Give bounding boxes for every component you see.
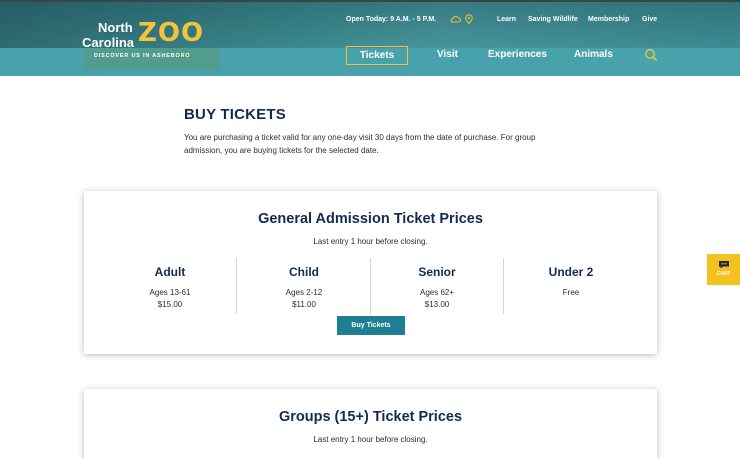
- chat-bubble-icon: [707, 260, 740, 269]
- logo-carolina: Carolina: [82, 35, 135, 50]
- tier-ages: Ages 62+: [419, 288, 455, 297]
- util-link-saving-wildlife[interactable]: Saving Wildlife: [528, 16, 578, 23]
- chat-label: CHAT: [716, 271, 731, 277]
- groups-note: Last entry 1 hour before closing.: [313, 435, 428, 444]
- tier-name: Senior: [418, 265, 456, 279]
- tier-ages: Free: [562, 288, 580, 297]
- nav-visit[interactable]: Visit: [437, 49, 458, 60]
- nav-experiences[interactable]: Experiences: [488, 49, 547, 60]
- nav-animals[interactable]: Animals: [574, 49, 613, 60]
- tier-price: $11.00: [292, 300, 316, 309]
- nav-tickets[interactable]: Tickets: [346, 46, 408, 65]
- buy-tickets-button[interactable]: Buy Tickets: [337, 316, 405, 335]
- general-admission-title: General Admission Ticket Prices: [258, 211, 483, 227]
- tier-name: Adult: [154, 265, 186, 279]
- logo-north: North: [98, 20, 133, 35]
- tier-name: Under 2: [548, 265, 594, 279]
- general-admission-note: Last entry 1 hour before closing.: [313, 237, 428, 246]
- chat-button[interactable]: CHAT: [707, 254, 740, 285]
- page-title: BUY TICKETS: [184, 106, 286, 123]
- util-link-learn[interactable]: Learn: [497, 16, 516, 23]
- tier-name: Child: [289, 265, 319, 279]
- search-icon[interactable]: [644, 48, 658, 62]
- groups-card: Groups (15+) Ticket Prices Last entry 1 …: [84, 389, 657, 459]
- groups-title: Groups (15+) Ticket Prices: [278, 409, 463, 425]
- intro-text: You are purchasing a ticket valid for an…: [184, 133, 536, 155]
- tier-adult: Adult Ages 13-61 $15.00: [103, 261, 237, 315]
- general-admission-card: General Admission Ticket Prices Last ent…: [84, 191, 657, 354]
- util-link-membership[interactable]: Membership: [588, 16, 629, 23]
- tier-child: Child Ages 2-12 $11.00: [237, 261, 371, 315]
- site-header: ckets North Carolina ZOO DISCOVER US IN …: [0, 0, 740, 76]
- tier-price: $15.00: [157, 300, 183, 309]
- location-pin-icon[interactable]: [465, 14, 473, 26]
- weather-cloud-icon: [450, 14, 461, 25]
- util-link-give[interactable]: Give: [642, 16, 657, 23]
- logo-zoo-mark: ZOO: [138, 18, 205, 48]
- tier-under-2: Under 2 Free: [504, 261, 638, 315]
- tier-price: $13.00: [424, 300, 450, 309]
- zoo-logo[interactable]: North Carolina ZOO DISCOVER US IN ASHEBO…: [82, 18, 212, 62]
- logo-tagline: DISCOVER US IN ASHEBORO: [94, 53, 191, 59]
- tier-senior: Senior Ages 62+ $13.00: [370, 261, 504, 315]
- hours-text: Open Today: 9 A.M. - 5 P.M.: [346, 16, 437, 23]
- tier-ages: Ages 2-12: [285, 288, 323, 297]
- tier-ages: Ages 13-61: [149, 288, 191, 297]
